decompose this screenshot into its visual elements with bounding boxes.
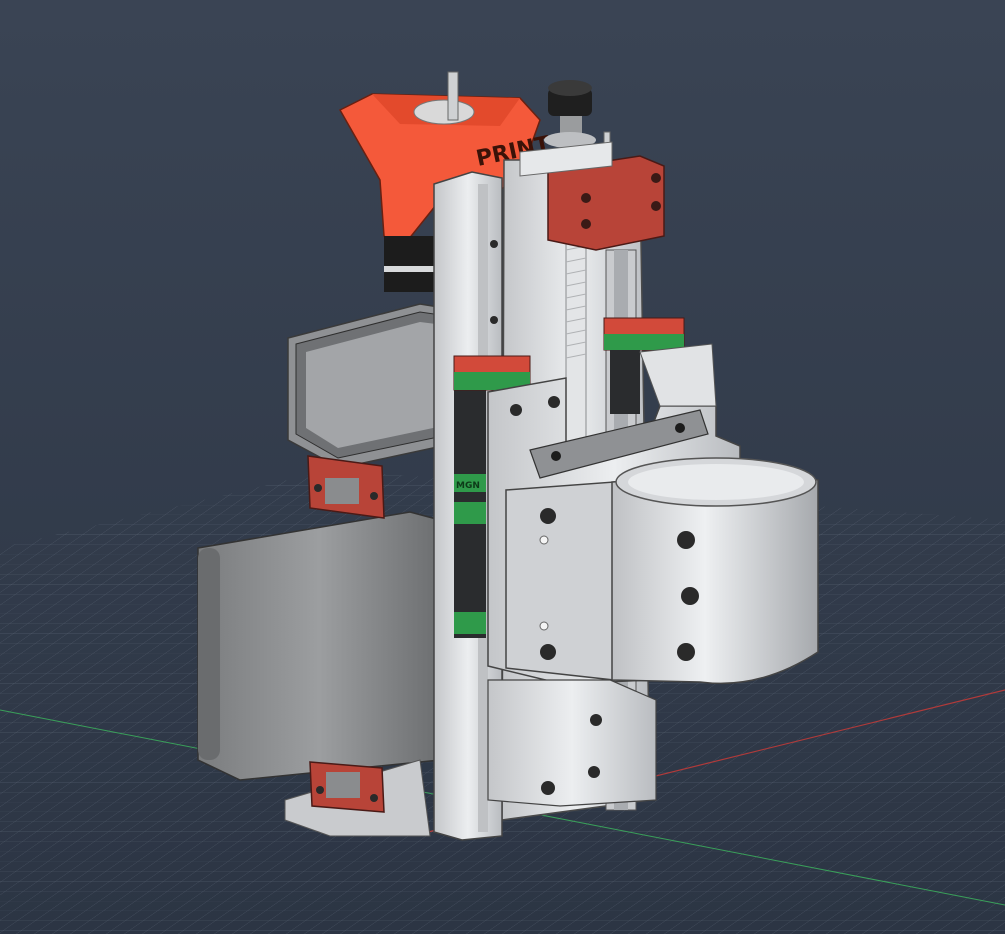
linear-bearing-block-left-bottom[interactable] — [309, 761, 385, 813]
standoff-pin-left — [447, 71, 459, 121]
lower-carriage-plate[interactable] — [487, 679, 657, 807]
motor-body[interactable] — [197, 511, 441, 781]
cad-viewport[interactable]: PRINT MGN — [0, 0, 1005, 934]
rail-carriage-label: MGN — [456, 481, 480, 491]
rail-carriage-left-top[interactable] — [453, 355, 531, 391]
rail-carriage-left-bottom[interactable] — [454, 612, 486, 634]
spindle-clamp[interactable] — [505, 457, 819, 685]
linear-bearing-block-left-top[interactable] — [307, 455, 385, 519]
timing-pulley[interactable] — [544, 80, 596, 148]
